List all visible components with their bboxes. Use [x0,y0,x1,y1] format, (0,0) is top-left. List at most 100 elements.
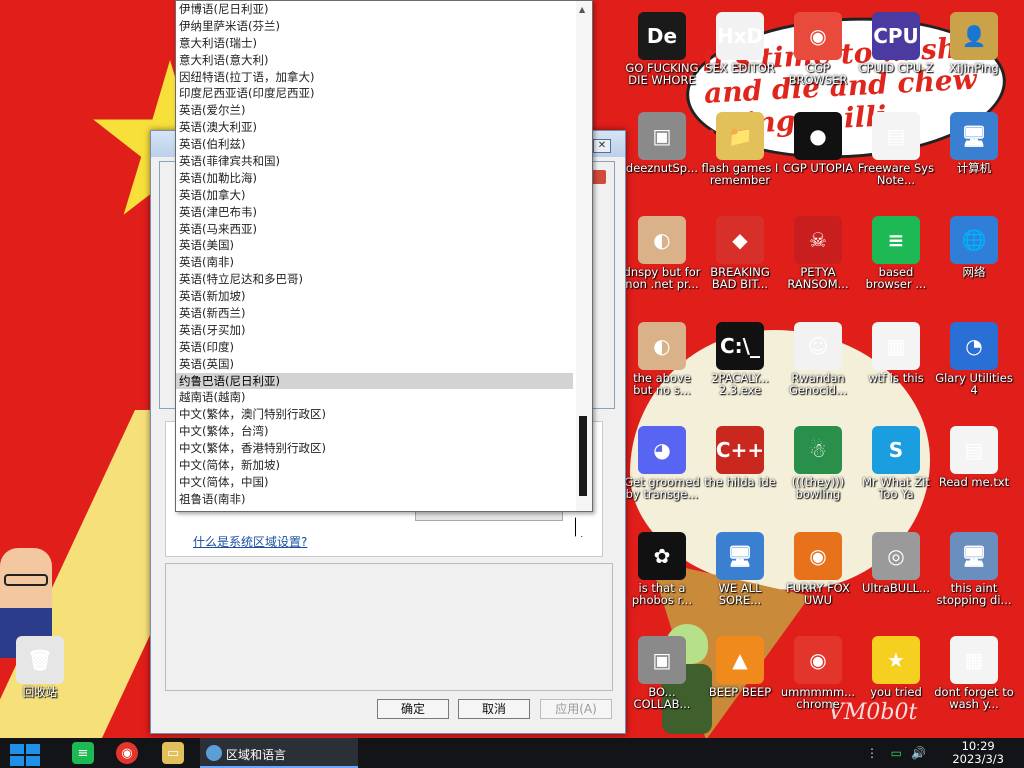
desktop-icon-wtf-is-this[interactable]: ▦ wtf is this [856,322,936,384]
desktop-icon-freeware-sys-note[interactable]: ▤ Freeware Sys Note... [856,112,936,186]
locale-option[interactable]: 英语(伯利兹) [176,136,576,153]
dialog-close-button[interactable]: ✕ [593,139,611,153]
tray-overflow-icon[interactable]: ⋮ [866,746,878,760]
desktop-icon-cpuid-cpu-z[interactable]: CPU CPUID CPU-Z [856,12,936,74]
desktop-icon-bo-collab[interactable]: ▣ BO... COLLAB... [622,636,702,710]
desktop-icon-dnspy[interactable]: ◐ dnspy but for non .net pr... [622,216,702,290]
locale-option[interactable]: 意大利语(意大利) [176,52,576,69]
desktop-icon-this-aint-stopping[interactable]: 🖥 this aint stopping di... [934,532,1014,606]
locale-option[interactable]: 英语(特立尼达和多巴哥) [176,271,576,288]
apply-button[interactable]: 应用(A) [540,699,612,719]
desktop-icon-label: FURRY FOX UWU [786,581,850,607]
desktop-icon-petya-ransom[interactable]: ☠ PETYA RANSOM... [778,216,858,290]
locale-option[interactable]: 英语(牙买加) [176,322,576,339]
clock-date: 2023/3/3 [952,752,1004,766]
locale-option[interactable]: 英语(新西兰) [176,305,576,322]
locale-option[interactable]: 中文(繁体，香港特别行政区) [176,440,576,457]
desktop-icon-computer[interactable]: 🖥 计算机 [934,112,1014,174]
locale-option[interactable]: 意大利语(瑞士) [176,35,576,52]
desktop-icon-label: this aint stopping di... [936,581,1012,607]
locale-option[interactable]: 伊纳里萨米语(芬兰) [176,18,576,35]
desktop-icon-ultrabull[interactable]: ◎ UltraBULL... [856,532,936,594]
desktop-icon-is-that-a-phobos[interactable]: ✿ is that a phobos r... [622,532,702,606]
desktop-icon-cgp-utopia[interactable]: ● CGP UTOPIA [778,112,858,174]
desktop-icon-mr-what-zit[interactable]: S Mr What Zit Too Ya [856,426,936,500]
ok-button[interactable]: 确定 [377,699,449,719]
desktop-icon-label: CGP UTOPIA [782,161,854,175]
desktop-icon-xunping[interactable]: 👤 XiJinPing [934,12,1014,74]
desktop-icon-beep-beep[interactable]: ▲ BEEP BEEP [700,636,780,698]
chrome-taskbar-icon[interactable]: ◉ [116,742,138,764]
desktop-icon-deeznutsp[interactable]: ▣ deeznutSp... [622,112,702,174]
start-button[interactable] [10,744,42,768]
network-tray-icon[interactable]: ▭ [891,746,902,760]
locale-option[interactable]: 印度尼西亚语(印度尼西亚) [176,85,576,102]
locale-option[interactable]: 祖鲁语(南非) [176,491,576,508]
desktop-icon-sex-editor[interactable]: HxD SEX EDITOR [700,12,780,74]
locale-option[interactable]: 中文(简体，新加坡) [176,457,576,474]
locale-option[interactable]: 英语(菲律宾共和国) [176,153,576,170]
locale-option[interactable]: 英语(印度) [176,339,576,356]
desktop-icon-label: is that a phobos r... [631,581,693,607]
locale-option[interactable]: 英语(加拿大) [176,187,576,204]
desktop-icon-flash-games[interactable]: 📁 flash games I remember [700,112,780,186]
desktop-icon-you-tried[interactable]: ★ you tried [856,636,936,698]
windows-logo-pane [10,744,24,754]
glasses-shape [4,574,48,586]
desktop-icon-rwandan-genocide[interactable]: ☺ Rwandan Genocid... [778,322,858,396]
locale-dropdown-list[interactable]: 伊博语(尼日利亚) 伊纳里萨米语(芬兰) 意大利语(瑞士) 意大利语(意大利) 因纽特语… [175,0,593,512]
locale-option[interactable]: 越南语(越南) [176,389,576,406]
desktop-icon-based-browser[interactable]: ≡ based browser ... [856,216,936,290]
region-language-task[interactable]: 区域和语言 [200,738,358,768]
locale-option[interactable]: 中文(简体，中国) [176,474,576,491]
volume-tray-icon[interactable]: 🔊 [911,746,926,760]
desktop-icon-dont-forget[interactable]: ▦ dont forget to wash y... [934,636,1014,710]
file-explorer-taskbar-icon[interactable]: ▭ [162,742,184,764]
desktop-icon-we-all-sore[interactable]: 🖥 WE ALL SORE... [700,532,780,606]
locale-option[interactable]: 约鲁巴语(尼日利亚) [176,372,573,390]
cgp-utopia-icon: ● [794,112,842,160]
locale-option[interactable]: 英语(加勒比海) [176,170,576,187]
desktop-icon-recycle-bin[interactable]: 🗑 回收站 [0,636,80,698]
locale-option[interactable]: 英语(马来西亚) [176,221,576,238]
spotify-taskbar-icon[interactable]: ≡ [72,742,94,764]
desktop-icon-breaking-bad-bit[interactable]: ◆ BREAKING BAD BIT... [700,216,780,290]
what-is-system-locale-link[interactable]: 什么是系统区域设置? [193,533,307,550]
desktop-icon-ummmmm-chrome[interactable]: ◉ ummmmm... chrome [778,636,858,710]
locale-option[interactable]: 英语(爱尔兰) [176,102,576,119]
cancel-button[interactable]: 取消 [458,699,530,719]
locale-option[interactable]: 因纽特语(拉丁语，加拿大) [176,69,576,86]
desktop-icon-they-bowling[interactable]: ☃ (((they))) bowling [778,426,858,500]
locale-option[interactable]: 中文(繁体，台湾) [176,423,576,440]
clock[interactable]: 10:29 2023/3/3 [952,740,1004,766]
desktop-icon-network[interactable]: 🌐 网络 [934,216,1014,278]
locale-option[interactable]: 伊博语(尼日利亚) [176,1,576,18]
locale-option[interactable]: 中文(繁体，澳门特别行政区) [176,406,576,423]
desktop-icon-go-fucking-die-whore[interactable]: De GO FUCKING DIE WHORE [622,12,702,86]
locale-option[interactable]: 英语(新加坡) [176,288,576,305]
you-tried-icon: ★ [872,636,920,684]
dropdown-scrollbar[interactable]: ▲ [576,1,592,511]
desktop-icon-the-hilda-ide[interactable]: C++ the hilda ide [700,426,780,488]
locale-option[interactable]: 英语(美国) [176,237,576,254]
desktop-icon-2pacalypse[interactable]: C:\_ 2PACALY... 2.3.exe [700,322,780,396]
desktop-icon-discord[interactable]: ◕ Get groomed by transge... [622,426,702,500]
desktop-icon-the-above[interactable]: ◐ the above but no s... [622,322,702,396]
breaking-bad-bit-icon: ◆ [716,216,764,264]
desktop-icon-label: dont forget to wash y... [934,685,1014,711]
bo-collab-icon: ▣ [638,636,686,684]
desktop-icon-label: based browser ... [865,265,927,291]
desktop-icon-furry-fox-uwu[interactable]: ◉ FURRY FOX UWU [778,532,858,606]
locale-option[interactable]: 英语(津巴布韦) [176,204,576,221]
the-hilda-ide-icon: C++ [716,426,764,474]
desktop-icon-read-me-txt[interactable]: ▤ Read me.txt [934,426,1014,488]
scroll-up-arrow-icon[interactable]: ▲ [579,5,585,14]
desktop-icon-cgp-browser[interactable]: ◉ CGP BROWSER [778,12,858,86]
scrollbar-thumb[interactable] [579,416,587,496]
locale-option[interactable]: 英语(南非) [176,254,576,271]
desktop-icon-label: wtf is this [868,371,924,385]
desktop-icon-glary-utilities[interactable]: ◔ Glary Utilities 4 [934,322,1014,396]
locale-option[interactable]: 英语(英国) [176,356,576,373]
locale-option[interactable]: 英语(澳大利亚) [176,119,576,136]
desktop-icon-label: flash games I remember [701,161,779,187]
